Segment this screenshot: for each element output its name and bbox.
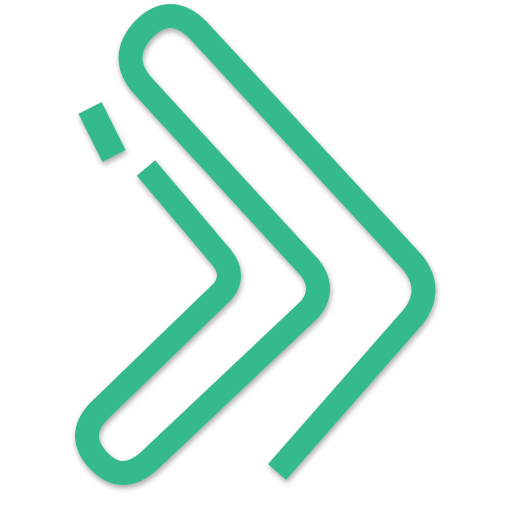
outer-chevron-stroke — [75, 4, 436, 485]
top-slash-stroke — [78, 102, 126, 162]
logo-canvas — [0, 0, 512, 512]
double-chevron-logo-icon — [75, 4, 436, 485]
